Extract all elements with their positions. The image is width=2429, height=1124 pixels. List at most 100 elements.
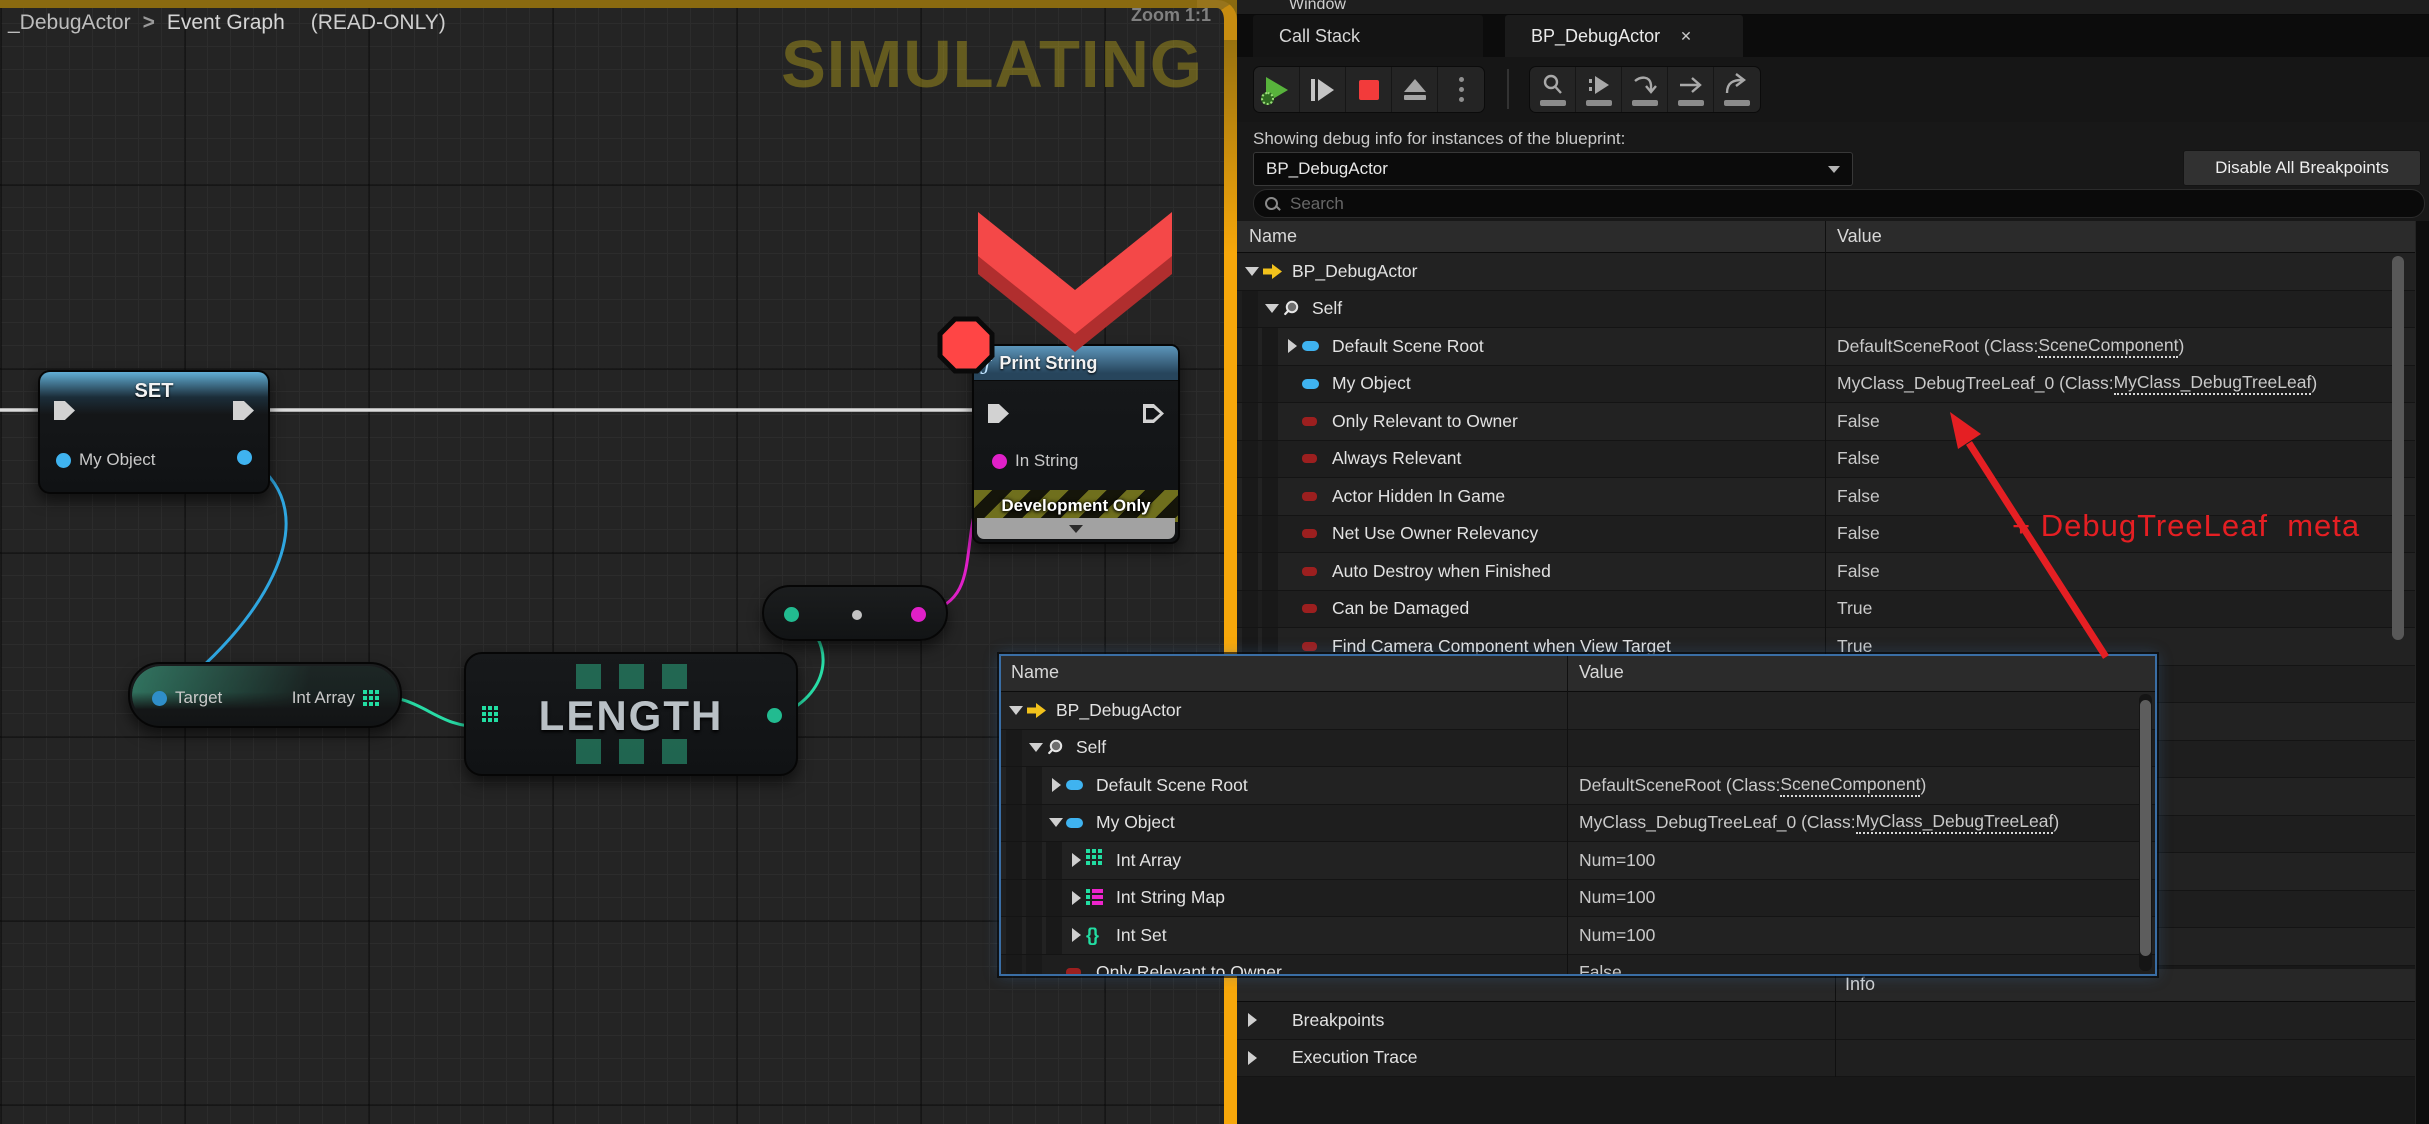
column-name[interactable]: Name bbox=[1011, 662, 1059, 683]
array-length-node[interactable]: LENGTH bbox=[464, 652, 798, 776]
expander-icon[interactable] bbox=[1006, 706, 1026, 715]
array-in-pin[interactable] bbox=[482, 706, 499, 723]
eject-button[interactable] bbox=[1392, 67, 1438, 112]
property-name: Default Scene Root bbox=[1332, 336, 1484, 357]
tree-row[interactable]: Auto Destroy when FinishedFalse bbox=[1237, 553, 2415, 591]
expander-icon[interactable] bbox=[1066, 891, 1086, 905]
indent-guide bbox=[1026, 842, 1042, 879]
breadcrumb-root[interactable]: _DebugActor bbox=[8, 11, 131, 35]
tree-row[interactable]: Only Relevant to OwnerFalse bbox=[1237, 403, 2415, 441]
expander-icon[interactable] bbox=[1066, 853, 1086, 867]
class-link[interactable]: SceneComponent bbox=[1780, 774, 1920, 797]
column-info[interactable]: Info bbox=[1845, 974, 1875, 995]
search-icon bbox=[1264, 196, 1280, 212]
expander-icon[interactable] bbox=[1282, 339, 1302, 353]
expander-icon[interactable] bbox=[1026, 743, 1046, 752]
search-input[interactable] bbox=[1290, 194, 2414, 214]
tab-bp-debugactor[interactable]: BP_DebugActor ✕ bbox=[1505, 15, 1743, 57]
column-value[interactable]: Value bbox=[1837, 226, 1882, 247]
tree-row[interactable]: Default Scene RootDefaultSceneRoot (Clas… bbox=[1001, 767, 2155, 805]
array-out-pin[interactable] bbox=[363, 690, 380, 707]
int-out-pin[interactable] bbox=[767, 708, 782, 723]
disable-all-breakpoints-button[interactable]: Disable All Breakpoints bbox=[2183, 150, 2421, 186]
tree-row[interactable]: My ObjectMyClass_DebugTreeLeaf_0 (Class:… bbox=[1237, 366, 2415, 404]
class-link[interactable]: MyClass_DebugTreeLeaf bbox=[2114, 372, 2312, 395]
menu-window[interactable]: Window bbox=[1289, 0, 1346, 14]
set-icon: {} bbox=[1086, 925, 1098, 946]
tree-row[interactable]: Self bbox=[1237, 291, 2415, 329]
int-to-string-conversion-node[interactable] bbox=[762, 585, 948, 641]
frame-skip-button[interactable] bbox=[1300, 67, 1346, 112]
string-in-pin[interactable] bbox=[992, 454, 1007, 469]
expander-icon[interactable] bbox=[1242, 267, 1262, 276]
int-in-pin[interactable] bbox=[784, 607, 799, 622]
set-node[interactable]: SET My Object bbox=[38, 370, 270, 494]
search-box[interactable] bbox=[1253, 189, 2425, 218]
expander-icon[interactable] bbox=[1066, 928, 1086, 942]
tree-row[interactable]: BP_DebugActor bbox=[1237, 253, 2415, 291]
print-string-title: Print String bbox=[999, 353, 1097, 374]
step-out-button[interactable] bbox=[1668, 67, 1714, 112]
print-string-node[interactable]: ƒ Print String In String Development Onl… bbox=[972, 344, 1180, 544]
column-name[interactable]: Name bbox=[1249, 226, 1297, 247]
vertical-scrollbar[interactable] bbox=[2140, 700, 2151, 956]
class-link[interactable]: SceneComponent bbox=[2038, 335, 2178, 358]
exec-out-pin[interactable] bbox=[233, 401, 254, 420]
bool-pin-icon bbox=[1302, 529, 1317, 538]
exec-out-pin[interactable] bbox=[1143, 404, 1164, 423]
object-out-pin[interactable] bbox=[237, 450, 252, 465]
more-options-button[interactable] bbox=[1438, 67, 1484, 112]
vertical-scrollbar[interactable] bbox=[2392, 256, 2404, 640]
expander-icon[interactable] bbox=[1242, 1051, 1262, 1065]
property-name: Int Array bbox=[1116, 850, 1181, 871]
indent-guide bbox=[1046, 842, 1062, 879]
bool-pin-icon bbox=[1302, 454, 1317, 463]
expander-icon[interactable] bbox=[1046, 778, 1066, 792]
get-int-array-node[interactable]: Target Int Array bbox=[128, 662, 402, 728]
tree-row[interactable]: Self bbox=[1001, 730, 2155, 768]
tree-row[interactable]: My ObjectMyClass_DebugTreeLeaf_0 (Class:… bbox=[1001, 805, 2155, 843]
expander-icon[interactable] bbox=[1242, 1013, 1262, 1027]
find-node-button[interactable] bbox=[1530, 67, 1576, 112]
close-tab-icon[interactable]: ✕ bbox=[1680, 28, 1692, 45]
property-name: Default Scene Root bbox=[1096, 775, 1248, 796]
tree-row[interactable]: BP_DebugActor bbox=[1001, 692, 2155, 730]
step-into-button[interactable] bbox=[1576, 67, 1622, 112]
self-icon bbox=[1282, 299, 1301, 318]
tree-row[interactable]: Only Relevant to OwnerFalse bbox=[1001, 955, 2155, 977]
property-name: Only Relevant to Owner bbox=[1096, 962, 1282, 976]
target-pin[interactable] bbox=[152, 691, 167, 706]
expander-icon[interactable] bbox=[1262, 304, 1282, 313]
debug-tree-inset-panel[interactable]: Name Value BP_DebugActorSelfDefault Scen… bbox=[999, 654, 2157, 976]
tab-call-stack[interactable]: Call Stack bbox=[1253, 15, 1483, 57]
stop-button[interactable] bbox=[1346, 67, 1392, 112]
class-link[interactable]: MyClass_DebugTreeLeaf bbox=[1856, 811, 2054, 834]
column-value[interactable]: Value bbox=[1579, 662, 1624, 683]
breadcrumb-current[interactable]: Event Graph bbox=[167, 11, 285, 35]
object-in-pin[interactable] bbox=[56, 453, 71, 468]
property-value: False bbox=[1837, 516, 1880, 553]
tree-row[interactable]: Execution Trace bbox=[1237, 1040, 2415, 1078]
tree-row[interactable]: Can be DamagedTrue bbox=[1237, 591, 2415, 629]
blueprint-selector-dropdown[interactable]: BP_DebugActor bbox=[1253, 152, 1853, 186]
step-forward-button[interactable] bbox=[1714, 67, 1760, 112]
resume-button[interactable] bbox=[1254, 67, 1300, 112]
arrow-right-icon bbox=[1678, 73, 1704, 97]
string-out-pin[interactable] bbox=[911, 607, 926, 622]
tree-row[interactable]: Int String MapNum=100 bbox=[1001, 880, 2155, 918]
tree-row[interactable]: Always RelevantFalse bbox=[1237, 441, 2415, 479]
exec-in-pin[interactable] bbox=[54, 401, 75, 420]
tree-row[interactable]: Breakpoints bbox=[1237, 1002, 2415, 1040]
node-expand-button[interactable] bbox=[977, 518, 1175, 539]
gear-icon bbox=[1261, 92, 1274, 105]
tree-row[interactable]: Int ArrayNum=100 bbox=[1001, 842, 2155, 880]
tree-row[interactable]: Default Scene RootDefaultSceneRoot (Clas… bbox=[1237, 328, 2415, 366]
step-over-button[interactable] bbox=[1622, 67, 1668, 112]
exec-in-pin[interactable] bbox=[988, 404, 1009, 423]
expander-icon[interactable] bbox=[1046, 818, 1066, 827]
print-string-header: ƒ Print String bbox=[974, 346, 1178, 381]
in-string-pin-label: In String bbox=[1015, 451, 1078, 471]
indent-guide bbox=[1026, 880, 1042, 917]
eject-icon bbox=[1404, 79, 1426, 92]
tree-row[interactable]: {}Int SetNum=100 bbox=[1001, 917, 2155, 955]
